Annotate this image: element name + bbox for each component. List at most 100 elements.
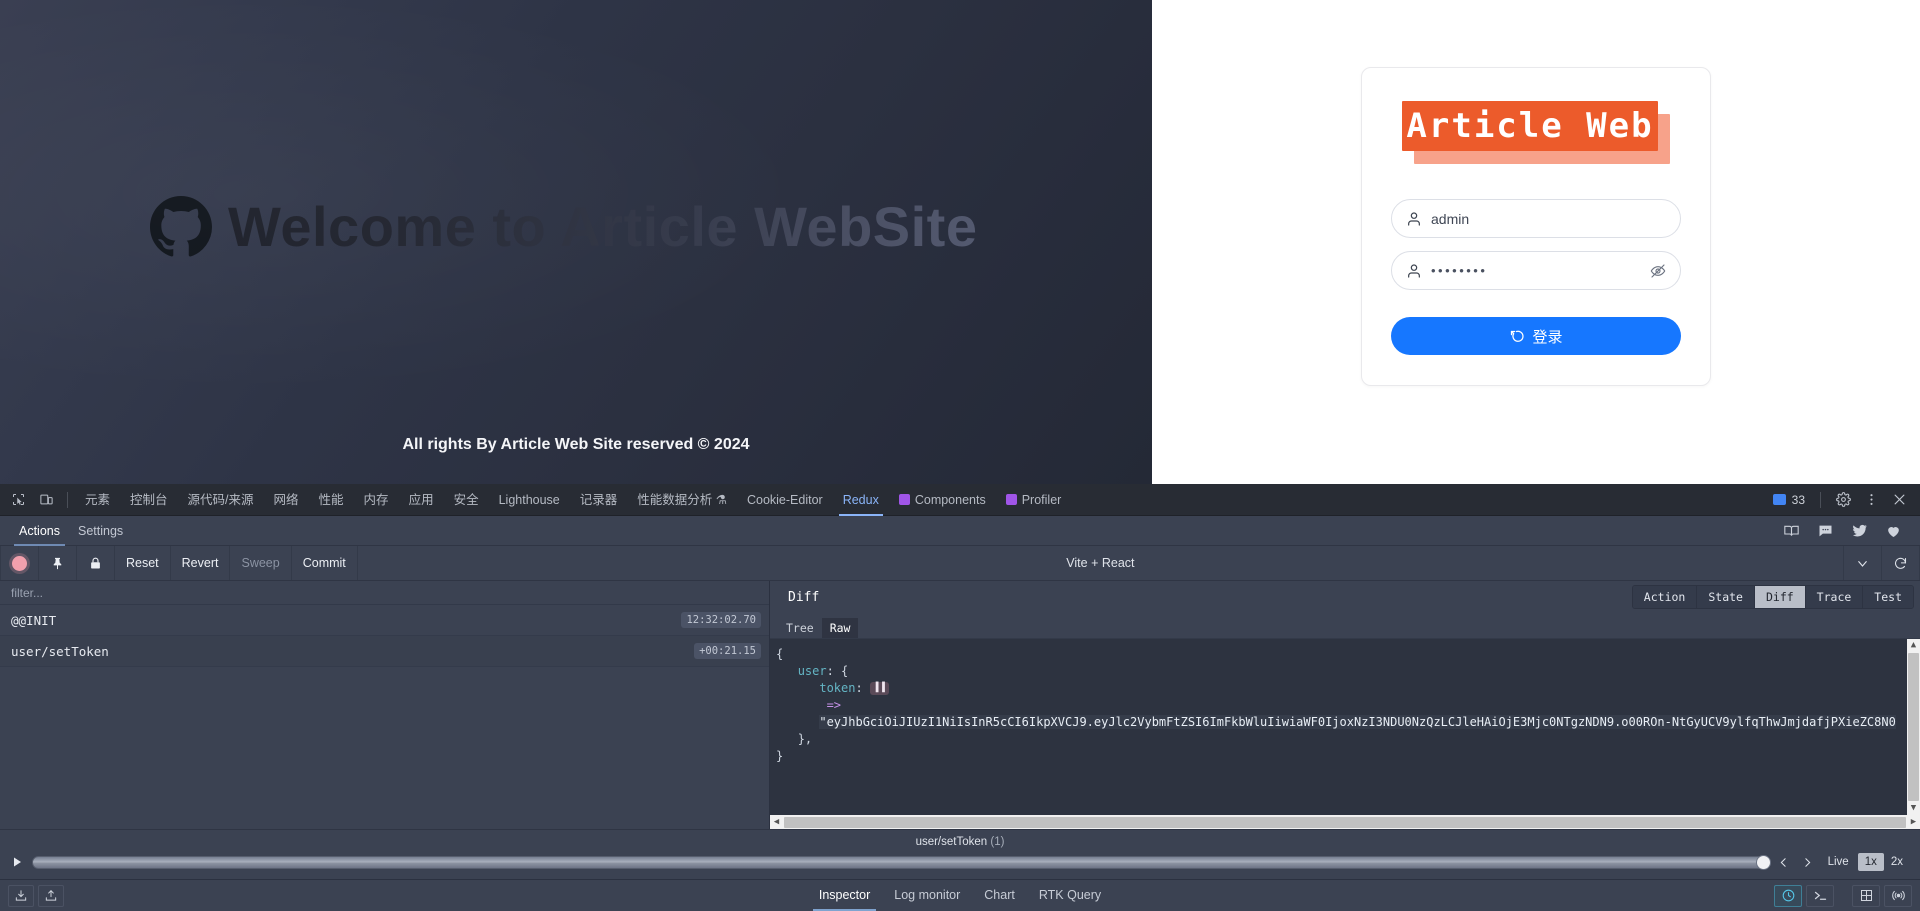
browser-viewport: Welcome to Article WebSite All rights By… (0, 0, 1920, 484)
scroll-up-arrow-icon[interactable]: ▲ (1911, 639, 1916, 652)
instance-name: Vite + React (1066, 556, 1135, 570)
action-list-pane: filter... @@INIT 12:32:02.70 user/setToken… (0, 581, 770, 829)
devtools-tab-label: 内存 (363, 492, 389, 507)
code-brace-close: } (776, 749, 784, 763)
layout-grid-icon[interactable] (1852, 884, 1880, 907)
scroll-right-arrow-icon[interactable]: ▶ (1907, 814, 1920, 830)
inspector-subtab-tree[interactable]: Tree (778, 618, 822, 638)
site-hero-panel: Welcome to Article WebSite All rights By… (0, 0, 1152, 484)
playback-speed-2x[interactable]: 2x (1884, 853, 1910, 871)
twitter-icon[interactable] (1850, 522, 1868, 540)
inspector-subtab-raw[interactable]: Raw (821, 618, 859, 638)
devtools-tab-profiler[interactable]: Profiler (996, 484, 1072, 516)
inspector-tab-diff[interactable]: Diff (1754, 586, 1806, 608)
revert-button[interactable]: Revert (171, 546, 231, 580)
redux-toolbar: Reset Revert Sweep Commit Vite + React (0, 546, 1920, 581)
action-timestamp: 12:32:02.70 (681, 612, 761, 628)
playback-speed-1x[interactable]: 1x (1857, 853, 1884, 871)
export-icon[interactable] (38, 884, 64, 907)
monitor-tab-rtk-query[interactable]: RTK Query (1029, 880, 1111, 911)
support-heart-icon[interactable] (1884, 522, 1902, 540)
prev-action-button[interactable] (1773, 851, 1795, 873)
username-input-value[interactable]: admin (1431, 212, 1666, 226)
devtools-tab-[interactable]: 记录器 (570, 484, 628, 516)
action-filter-input[interactable]: filter... (0, 581, 769, 605)
redux-tab-settings[interactable]: Settings (69, 516, 132, 546)
import-icon[interactable] (8, 884, 34, 907)
devtools-tab-[interactable]: 性能数据分析 ⚗ (627, 484, 737, 516)
docs-book-icon[interactable] (1782, 522, 1800, 540)
devtools-tab-label: 性能数据分析 ⚗ (637, 492, 727, 507)
close-icon[interactable] (1886, 487, 1912, 513)
device-toolbar-icon[interactable] (32, 487, 60, 513)
slider-current-action-label: user/setToken (1) (0, 832, 1920, 851)
more-options-icon[interactable] (1858, 487, 1884, 513)
monitor-tab-chart[interactable]: Chart (974, 880, 1025, 911)
devtools-tab-[interactable]: 网络 (264, 484, 309, 516)
record-toggle-button[interactable] (0, 546, 39, 580)
play-button[interactable] (4, 851, 30, 873)
devtools-tab-[interactable]: 应用 (399, 484, 444, 516)
inspector-tab-test[interactable]: Test (1863, 586, 1913, 608)
devtools-tab-lighthouse[interactable]: Lighthouse (489, 484, 570, 516)
inspect-element-icon[interactable] (4, 487, 32, 513)
toggle-password-visibility-icon[interactable] (1650, 263, 1666, 279)
login-submit-button[interactable]: 登录 (1391, 317, 1681, 355)
settings-gear-icon[interactable] (1830, 487, 1856, 513)
slider-knob[interactable] (1755, 854, 1771, 870)
bottom-tab-list: Inspector Log monitor Chart RTK Query (809, 880, 1111, 911)
devtools-tab-[interactable]: 内存 (354, 484, 399, 516)
next-action-button[interactable] (1797, 851, 1819, 873)
remote-broadcast-icon[interactable] (1884, 884, 1912, 907)
user-icon (1406, 263, 1422, 279)
brand-logo: Article Web (1402, 101, 1670, 164)
devtools-tab-redux[interactable]: Redux (833, 484, 889, 516)
devtools-tab-[interactable]: 元素 (75, 484, 120, 516)
password-input-value[interactable]: •••••••• (1431, 264, 1650, 277)
time-travel-slider[interactable] (32, 854, 1771, 870)
devtools-tab-components[interactable]: Components (889, 484, 996, 516)
inspector-tab-state[interactable]: State (1697, 586, 1755, 608)
commit-button[interactable]: Commit (292, 546, 358, 580)
message-count: 33 (1791, 492, 1805, 507)
feedback-chat-icon[interactable] (1816, 522, 1834, 540)
message-count-indicator[interactable]: 33 (1767, 493, 1811, 507)
horizontal-scroll-thumb[interactable] (784, 816, 1906, 828)
console-prompt-icon[interactable] (1806, 884, 1834, 907)
devtools-tab-[interactable]: 控制台 (120, 484, 178, 516)
lock-icon (91, 557, 100, 568)
timer-record-icon[interactable] (1774, 884, 1802, 907)
slider-action-name: user/setToken (915, 836, 988, 848)
message-bubble-icon (1772, 494, 1786, 505)
scroll-left-arrow-icon[interactable]: ◀ (770, 814, 783, 830)
devtools-tab-[interactable]: 源代码/来源 (178, 484, 264, 516)
password-field[interactable]: •••••••• (1391, 251, 1681, 290)
action-list-item[interactable]: user/setToken +00:21.15 (0, 636, 769, 667)
redux-tab-actions[interactable]: Actions (10, 516, 69, 546)
user-icon (1406, 211, 1422, 227)
inspector-tab-trace[interactable]: Trace (1805, 586, 1864, 608)
diff-change-badge: ▐▐ (869, 682, 889, 695)
refresh-icon[interactable] (1882, 546, 1920, 580)
action-name: user/setToken (11, 643, 109, 659)
lock-toggle-button[interactable] (77, 546, 115, 580)
reset-button[interactable]: Reset (115, 546, 171, 580)
redux-top-tabs: Actions Settings (0, 516, 1920, 546)
action-list-item[interactable]: @@INIT 12:32:02.70 (0, 605, 769, 636)
monitor-tab-log-monitor[interactable]: Log monitor (884, 880, 970, 911)
monitor-tab-inspector[interactable]: Inspector (809, 880, 880, 911)
horizontal-scrollbar[interactable]: ◀ ▶ (770, 815, 1920, 829)
live-button[interactable]: Live (1821, 853, 1856, 871)
devtools-tab-label: 应用 (408, 492, 434, 507)
username-field[interactable]: admin (1391, 199, 1681, 238)
vertical-scroll-thumb[interactable] (1908, 653, 1919, 801)
inspector-tab-action[interactable]: Action (1632, 586, 1698, 608)
pin-toggle-button[interactable] (39, 546, 77, 580)
bottom-tab-bar: Inspector Log monitor Chart RTK Query (0, 880, 1920, 911)
devtools-tab-[interactable]: 安全 (444, 484, 489, 516)
devtools-tab-[interactable]: 性能 (309, 484, 354, 516)
vertical-scrollbar[interactable]: ▲ ▼ (1907, 639, 1920, 815)
instance-select-chevron-down-icon[interactable] (1843, 546, 1882, 580)
bottom-bar-actions (1774, 884, 1912, 907)
devtools-tab-cookie-editor[interactable]: Cookie-Editor (737, 484, 833, 516)
